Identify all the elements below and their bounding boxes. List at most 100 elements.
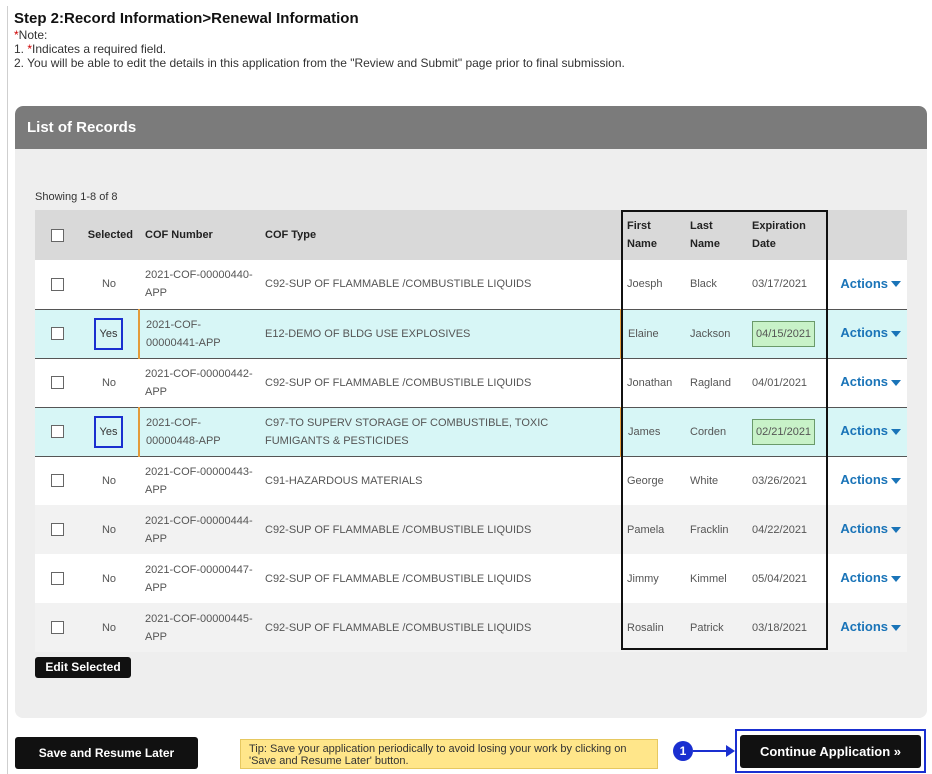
first-name: Rosalin — [627, 621, 664, 634]
first-name: Jonathan — [627, 376, 673, 389]
table-row[interactable]: Yes 2021-COF-00000441-APP E12-DEMO OF BLDG… — [35, 308, 907, 359]
row-checkbox[interactable] — [50, 425, 64, 439]
last-name: Ragland — [690, 376, 731, 389]
actions-label: Actions — [840, 472, 888, 488]
actions-menu[interactable]: Actions — [840, 325, 901, 340]
row-checkbox[interactable] — [50, 621, 64, 635]
caret-down-icon — [891, 526, 901, 533]
col-expiration-date: Expiration Date — [746, 210, 822, 260]
cof-number: 2021-COF-00000442-APP — [145, 367, 253, 398]
actions-label: Actions — [840, 423, 888, 438]
cof-type: C97-TO SUPERV STORAGE OF COMBUSTIBLE, TO… — [265, 416, 549, 447]
actions-menu[interactable]: Actions — [840, 472, 901, 487]
selected-value: No — [101, 523, 117, 536]
callout-badge: 1 — [673, 741, 693, 761]
caret-down-icon — [891, 330, 901, 337]
actions-menu[interactable]: Actions — [840, 521, 901, 536]
tip-banner: Tip: Save your application periodically … — [240, 739, 658, 769]
cof-number: 2021-COF-00000445-APP — [145, 612, 253, 643]
actions-menu[interactable]: Actions — [840, 374, 901, 389]
first-name: Jimmy — [627, 572, 659, 585]
first-name: George — [627, 474, 664, 487]
selected-value: Yes — [93, 317, 124, 350]
caret-down-icon — [891, 428, 901, 435]
first-name: Joesph — [627, 278, 663, 291]
expiration-date: 03/18/2021 — [752, 621, 808, 634]
note-line-1: 1. *Indicates a required field. — [14, 42, 166, 56]
last-name: White — [690, 474, 719, 487]
cof-type: C92-SUP OF FLAMMABLE /COMBUSTIBLE LIQUID… — [265, 523, 532, 536]
actions-label: Actions — [840, 275, 888, 291]
table-row[interactable]: No 2021-COF-00000447-APP C92-SUP OF FLAMMA… — [35, 554, 907, 603]
expiration-date: 03/17/2021 — [752, 278, 808, 291]
table-row[interactable]: No 2021-COF-00000442-APP C92-SUP OF FLAMMA… — [35, 358, 907, 407]
row-checkbox[interactable] — [50, 572, 64, 586]
table-row[interactable]: No 2021-COF-00000444-APP C92-SUP OF FLAMMA… — [35, 505, 907, 554]
continue-application-button[interactable]: Continue Application » — [740, 735, 921, 768]
cof-type: C92-SUP OF FLAMMABLE /COMBUSTIBLE LIQUID… — [265, 572, 532, 585]
caret-down-icon — [891, 379, 901, 386]
cof-type: C92-SUP OF FLAMMABLE /COMBUSTIBLE LIQUID… — [265, 278, 532, 291]
note-label: Note: — [18, 28, 48, 42]
records-table: Selected COF Number COF Type First Name … — [35, 210, 907, 652]
col-cof-type: COF Type — [259, 210, 621, 260]
note-heading: *Note: — [14, 28, 47, 42]
page-title: Step 2:Record Information>Renewal Inform… — [14, 10, 359, 27]
actions-menu[interactable]: Actions — [840, 570, 901, 585]
expiration-date: 02/21/2021 — [752, 418, 816, 445]
table-row[interactable]: Yes 2021-COF-00000448-APP C97-TO SUPERV ST… — [35, 406, 907, 457]
cof-number: 2021-COF-00000441-APP — [146, 318, 221, 349]
caret-down-icon — [891, 575, 901, 582]
selected-value: No — [101, 621, 117, 634]
row-checkbox[interactable] — [50, 474, 64, 488]
arrow-right-icon — [726, 745, 735, 757]
caret-down-icon — [891, 624, 901, 631]
col-first-name: First Name — [621, 210, 684, 260]
note-line-1-text: Indicates a required field. — [32, 42, 167, 56]
last-name: Kimmel — [690, 572, 727, 585]
cof-type: E12-DEMO OF BLDG USE EXPLOSIVES — [265, 327, 471, 340]
row-checkbox[interactable] — [50, 523, 64, 537]
last-name: Corden — [690, 425, 727, 438]
note-line-1-prefix: 1. — [14, 42, 28, 56]
edit-selected-button[interactable]: Edit Selected — [35, 657, 131, 678]
cof-number: 2021-COF-00000447-APP — [145, 563, 253, 594]
last-name: Black — [690, 278, 717, 291]
expiration-date: 03/26/2021 — [752, 474, 808, 487]
actions-label: Actions — [840, 619, 888, 634]
select-all-checkbox[interactable] — [50, 228, 64, 242]
first-name: Pamela — [627, 523, 665, 536]
col-actions — [822, 210, 907, 260]
cof-type: C91-HAZARDOUS MATERIALS — [265, 474, 423, 487]
selected-value: No — [101, 572, 117, 585]
row-checkbox[interactable] — [50, 277, 64, 291]
caret-down-icon — [891, 477, 901, 484]
expiration-date: 05/04/2021 — [752, 572, 808, 585]
table-row[interactable]: No 2021-COF-00000445-APP C92-SUP OF FLAMMA… — [35, 603, 907, 652]
selected-value: Yes — [93, 415, 124, 448]
expiration-date: 04/22/2021 — [752, 523, 808, 536]
table-row[interactable]: No 2021-COF-00000443-APP C91-HAZARDOUS MAT… — [35, 456, 907, 505]
selected-value: No — [101, 278, 117, 291]
actions-menu[interactable]: Actions — [840, 619, 901, 634]
selected-value: No — [101, 376, 117, 389]
note-line-2: 2. You will be able to edit the details … — [14, 56, 625, 70]
expiration-date: 04/01/2021 — [752, 376, 808, 389]
caret-down-icon — [891, 281, 901, 288]
save-resume-button[interactable]: Save and Resume Later — [15, 737, 198, 769]
table-row[interactable]: No 2021-COF-00000440-APP C92-SUP OF FLAMMA… — [35, 260, 907, 309]
cof-number: 2021-COF-00000444-APP — [145, 514, 253, 545]
showing-count: Showing 1-8 of 8 — [35, 191, 118, 203]
col-cof-number: COF Number — [139, 210, 259, 260]
cof-number: 2021-COF-00000440-APP — [145, 269, 253, 300]
last-name: Jackson — [690, 327, 731, 340]
table-header-row: Selected COF Number COF Type First Name … — [35, 210, 907, 260]
last-name: Patrick — [690, 621, 724, 634]
actions-menu[interactable]: Actions — [840, 276, 901, 291]
cof-number: 2021-COF-00000448-APP — [146, 416, 221, 447]
cof-type: C92-SUP OF FLAMMABLE /COMBUSTIBLE LIQUID… — [265, 621, 532, 634]
actions-menu[interactable]: Actions — [840, 423, 901, 438]
row-checkbox[interactable] — [50, 376, 64, 390]
actions-label: Actions — [840, 374, 888, 389]
row-checkbox[interactable] — [50, 327, 64, 341]
